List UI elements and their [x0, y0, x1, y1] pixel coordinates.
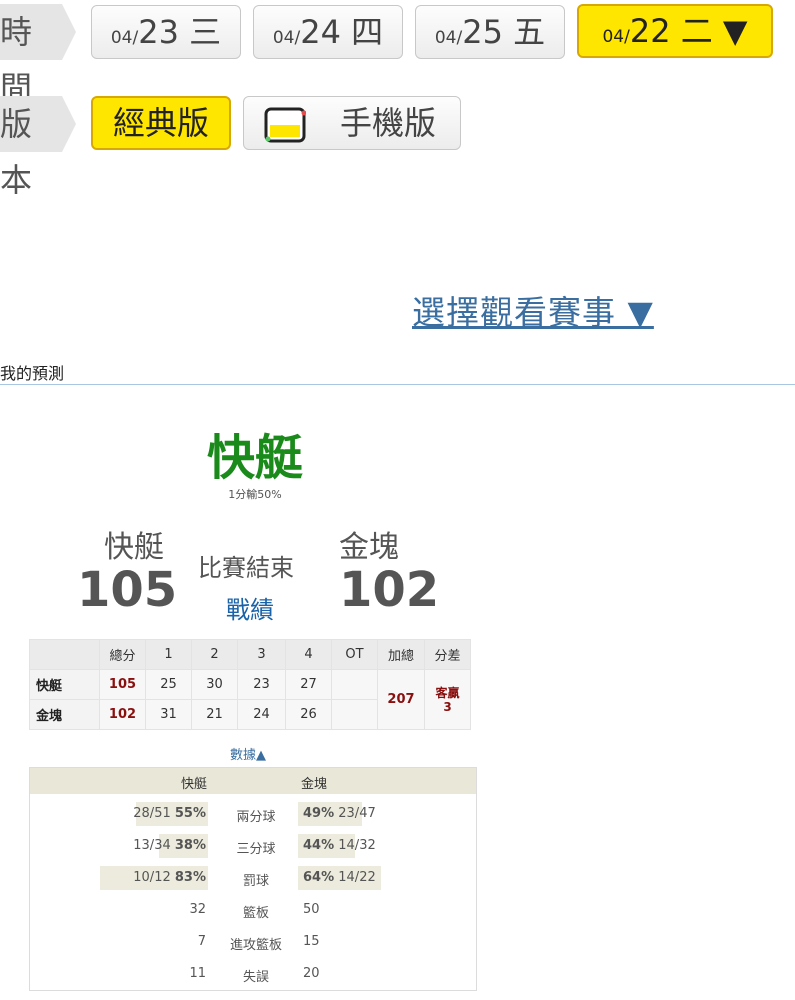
away-stat-value: 7: [197, 934, 206, 949]
date-0423-button[interactable]: 04/23 三: [91, 5, 241, 59]
stat-row: 11 20 失誤: [30, 959, 476, 989]
quarter-cell: 31: [145, 699, 192, 730]
version-label-text: 版本: [0, 105, 33, 199]
date-weekday: 三: [189, 13, 222, 51]
date-weekday: 五: [513, 13, 546, 51]
home-stat-value: 49% 23/47: [303, 806, 376, 821]
ot-cell: [331, 669, 378, 700]
row-total: 102: [99, 699, 146, 730]
diff-value: 3: [443, 699, 452, 714]
stats-away-team: 快艇: [181, 777, 208, 792]
quarter-cell: 26: [285, 699, 332, 730]
diff-cell: 客贏 3: [424, 669, 471, 730]
stat-label: 失誤: [242, 970, 269, 985]
ot-cell: [331, 699, 378, 730]
game-status: 比賽結束: [198, 554, 294, 582]
stat-label: 進攻籃板: [229, 938, 282, 953]
date-weekday: 二: [680, 12, 713, 50]
header-cell: OT: [331, 639, 378, 670]
sum-cell: 207: [377, 669, 425, 730]
header-cell: 總分: [99, 639, 146, 670]
header-cell: 3: [237, 639, 286, 670]
away-stat-value: 10/12 83%: [133, 870, 206, 885]
quarter-cell: 23: [237, 669, 286, 700]
home-stat-value: 15: [303, 934, 320, 949]
quarter-score-table: 總分 1 2 3 4 OT 加總 分差 快艇 105 25 30 23 27 2…: [29, 639, 471, 730]
stat-label: 兩分球: [236, 810, 276, 825]
header-cell: 分差: [424, 639, 471, 670]
prediction-note: 1分輸50%: [228, 488, 282, 501]
away-stat-value: 13/34 38%: [133, 838, 206, 853]
diff-label: 客贏: [435, 685, 460, 700]
stat-label: 三分球: [236, 842, 276, 857]
home-stat-value: 20: [303, 966, 320, 981]
predicted-winner: 快艇: [206, 430, 303, 486]
quarter-cell: 25: [145, 669, 192, 700]
stat-row: 28/51 55% 49% 23/47 兩分球: [30, 799, 476, 829]
mobile-version-label: 手機版: [340, 104, 437, 142]
my-prediction-tab[interactable]: 我的預測: [0, 360, 64, 384]
quarter-cell: 24: [237, 699, 286, 730]
quarter-cell: 27: [285, 669, 332, 700]
date-0425-button[interactable]: 04/25 五: [415, 5, 565, 59]
row-total: 105: [99, 669, 146, 700]
quarter-cell: 30: [191, 669, 238, 700]
date-weekday: 四: [351, 13, 384, 51]
header-cell: 4: [285, 639, 332, 670]
mobile-version-button[interactable]: 手機版: [243, 96, 461, 150]
date-day: 22: [629, 12, 671, 50]
table-row: 快艇 105 25 30 23 27 207 客贏 3: [29, 669, 471, 730]
date-prefix: 04/: [272, 28, 301, 48]
date-prefix: 04/: [110, 28, 139, 48]
row-team: 金塊: [29, 699, 100, 730]
phone-icon: [264, 107, 306, 143]
header-blank: [29, 639, 100, 670]
dropdown-arrow-icon: ▼: [722, 12, 748, 50]
classic-version-label: 經典版: [112, 104, 209, 142]
classic-version-button[interactable]: 經典版: [91, 96, 231, 150]
date-0422-selected-dropdown[interactable]: 04/22 二 ▼: [577, 4, 773, 58]
record-link[interactable]: 戰績: [226, 590, 274, 625]
header-cell: 加總: [377, 639, 425, 670]
home-stat-value: 64% 14/22: [303, 870, 376, 885]
date-day: 23: [138, 13, 179, 51]
date-prefix: 04/: [602, 27, 630, 47]
table-header-row: 總分 1 2 3 4 OT 加總 分差: [29, 639, 471, 670]
row-team: 快艇: [29, 669, 100, 700]
away-stat-value: 32: [189, 902, 206, 917]
date-day: 24: [300, 13, 341, 51]
away-stat-value: 11: [189, 966, 206, 981]
date-prefix: 04/: [434, 28, 463, 48]
stats-home-team: 金塊: [301, 777, 328, 792]
select-match-link[interactable]: 選擇觀看賽事 ▼: [412, 286, 654, 334]
away-stat-value: 28/51 55%: [133, 806, 206, 821]
stat-row: 32 50 籃板: [30, 895, 476, 925]
time-label: 時間: [0, 4, 76, 107]
header-cell: 1: [145, 639, 192, 670]
date-0424-button[interactable]: 04/24 四: [253, 5, 403, 59]
quarter-cell: 21: [191, 699, 238, 730]
stat-row: 10/12 83% 64% 14/22 罰球: [30, 863, 476, 893]
date-day: 25: [462, 13, 503, 51]
stat-row: 7 15 進攻籃板: [30, 927, 476, 957]
stat-label: 罰球: [242, 874, 269, 889]
header-cell: 2: [191, 639, 238, 670]
home-stat-value: 44% 14/32: [303, 838, 376, 853]
stat-label: 籃板: [242, 906, 269, 921]
stats-panel: 快艇 金塊 28/51 55% 49% 23/47 兩分球 13/34 38% 44% …: [29, 767, 477, 991]
away-team-name: 快艇: [104, 530, 164, 565]
time-label-text: 時間: [0, 13, 33, 107]
home-team-score: 102: [339, 562, 440, 618]
tab-divider: [0, 384, 795, 385]
version-label: 版本: [0, 96, 76, 199]
home-team-name: 金塊: [339, 530, 399, 565]
data-toggle-link[interactable]: 數據▲: [230, 744, 266, 763]
stat-row: 13/34 38% 44% 14/32 三分球: [30, 831, 476, 861]
home-stat-value: 50: [303, 902, 320, 917]
stats-header: 快艇 金塊: [30, 768, 476, 794]
away-team-score: 105: [77, 562, 178, 618]
